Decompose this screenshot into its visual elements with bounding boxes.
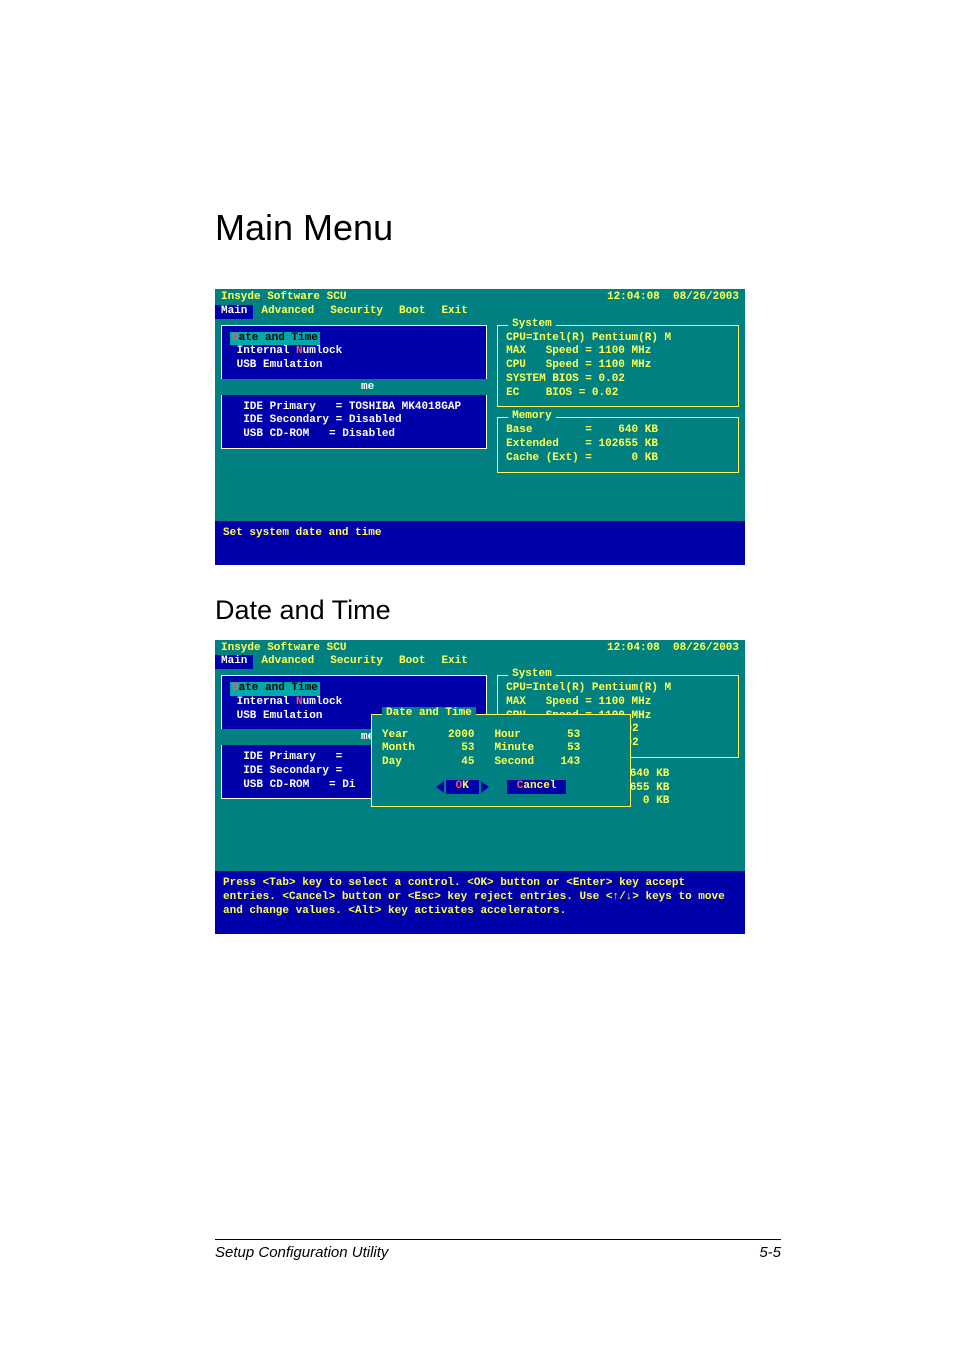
row-cpu-speed: CPU Speed = 1100 MHz	[506, 359, 730, 373]
menu-item-ide-primary[interactable]: IDE Primary = TOSHIBA MK4018GAP	[230, 401, 478, 415]
bios-body: Date and Time Internal Numlock USB Emula…	[215, 321, 745, 521]
bios-main-screenshot: Insyde Software SCU 12:04:08 08/26/2003 …	[215, 289, 745, 565]
menu-item-date-time[interactable]: Date and Time	[230, 682, 320, 696]
hk-n: N	[296, 345, 303, 357]
month-value[interactable]: 53	[461, 742, 474, 754]
tab-advanced[interactable]: Advanced	[253, 305, 322, 319]
date-column: Year 2000 Month 53 Day 45	[382, 729, 474, 770]
bios-header: Insyde Software SCU 12:04:08 08/26/2003	[215, 289, 745, 305]
time-column: Hour 53 Minute 53 Second 143	[494, 729, 580, 770]
tab-boot[interactable]: Boot	[391, 655, 433, 669]
numlock-post: umlock	[303, 696, 343, 708]
tab-boot[interactable]: Boot	[391, 305, 433, 319]
tab-advanced[interactable]: Advanced	[253, 655, 322, 669]
row-system-bios: SYSTEM BIOS = 0.02	[506, 373, 730, 387]
row-cpu-model: CPU=Intel(R) Pentium(R) M	[506, 332, 730, 346]
system-panel-title: System	[508, 668, 556, 682]
numlock-pre: Internal	[230, 345, 296, 357]
row-max-speed: MAX Speed = 1100 MHz	[506, 345, 730, 359]
bios-clock: 12:04:08 08/26/2003	[607, 289, 745, 305]
hk-d: D	[232, 682, 239, 694]
row-mem-base: Base = 640 KB	[506, 424, 730, 438]
tab-exit[interactable]: Exit	[433, 305, 475, 319]
section-heading: Main Menu	[215, 207, 781, 249]
bios-time: 12:04:08	[607, 291, 660, 303]
bios-statusbar: Set system date and time	[215, 521, 745, 565]
subsection-heading: Date and Time	[215, 595, 781, 626]
day-value[interactable]: 45	[461, 756, 474, 768]
dialog-title: Date and Time	[382, 707, 476, 721]
bios-menubar: Main Advanced Security Boot Exit	[215, 305, 745, 321]
cancel-button[interactable]: Cancel	[507, 780, 567, 794]
row-max-speed: MAX Speed = 1100 MHz	[506, 696, 730, 710]
system-info-panel: System CPU=Intel(R) Pentium(R) M MAX Spe…	[497, 325, 739, 408]
main-menu-panel: Date and Time Internal Numlock USB Emula…	[221, 325, 487, 449]
menu-item-date-time[interactable]: Date and Time	[230, 332, 320, 346]
tab-exit[interactable]: Exit	[433, 655, 475, 669]
menu-item-usb-emulation[interactable]: USB Emulation	[230, 359, 478, 373]
memory-panel-title: Memory	[508, 410, 556, 424]
bios-time: 12:04:08	[607, 642, 660, 654]
info-panels: System CPU=Intel(R) Pentium(R) M MAX Spe…	[497, 325, 739, 473]
cancel-post: ancel	[523, 780, 556, 792]
second-label: Second	[494, 756, 534, 768]
minute-label: Minute	[494, 742, 534, 754]
tab-security[interactable]: Security	[322, 305, 391, 319]
date-time-dialog: Date and Time Year 2000 Month 53 Day 45 …	[371, 714, 631, 807]
bios-menubar: Main Advanced Security Boot Exit	[215, 655, 745, 671]
page-footer: Setup Configuration Utility 5-5	[215, 1239, 781, 1261]
row-ec-bios: EC BIOS = 0.02	[506, 387, 730, 401]
ok-post: K	[462, 780, 469, 792]
memory-info-panel: Memory Base = 640 KB Extended = 102655 K…	[497, 417, 739, 472]
second-value[interactable]: 143	[560, 756, 580, 768]
triangle-right-icon	[481, 781, 489, 793]
tab-main[interactable]: Main	[215, 655, 253, 669]
date-time-label-rest: ate and Time	[239, 332, 318, 344]
day-label: Day	[382, 756, 402, 768]
tab-main[interactable]: Main	[215, 305, 253, 319]
year-label: Year	[382, 729, 408, 741]
hour-value[interactable]: 53	[567, 729, 580, 741]
numlock-post: umlock	[303, 345, 343, 357]
minute-value[interactable]: 53	[567, 742, 580, 754]
menu-item-internal-numlock[interactable]: Internal Numlock	[230, 345, 478, 359]
bios-date: 08/26/2003	[673, 291, 739, 303]
hk-n: N	[296, 696, 303, 708]
ide-primary-value: = TOSHIBA MK4018GAP	[336, 401, 461, 413]
bios-title: Insyde Software SCU	[215, 640, 352, 656]
footer-title: Setup Configuration Utility	[215, 1244, 388, 1261]
hour-label: Hour	[494, 729, 520, 741]
cutoff-fragment: me	[361, 381, 487, 395]
menu-item-ide-secondary[interactable]: IDE Secondary = Disabled	[230, 414, 478, 428]
row-mem-extended: Extended = 102655 KB	[506, 438, 730, 452]
month-label: Month	[382, 742, 415, 754]
footer-page-number: 5-5	[759, 1244, 781, 1261]
ide-primary-label: IDE Primary	[230, 401, 336, 413]
bios-title: Insyde Software SCU	[215, 289, 352, 305]
system-panel-title: System	[508, 318, 556, 332]
bios-header: Insyde Software SCU 12:04:08 08/26/2003	[215, 640, 745, 656]
date-time-label-rest: ate and Time	[239, 682, 318, 694]
hk-d: D	[232, 332, 239, 344]
tab-security[interactable]: Security	[322, 655, 391, 669]
row-mem-cache: Cache (Ext) = 0 KB	[506, 452, 730, 466]
triangle-left-icon	[436, 781, 444, 793]
bios-clock: 12:04:08 08/26/2003	[607, 640, 745, 656]
numlock-pre: Internal	[230, 696, 296, 708]
menu-item-usb-cdrom[interactable]: USB CD-ROM = Disabled	[230, 428, 478, 442]
row-cpu-model: CPU=Intel(R) Pentium(R) M	[506, 682, 730, 696]
dialog-buttons: OK Cancel	[382, 780, 620, 794]
bios-date-time-screenshot: Insyde Software SCU 12:04:08 08/26/2003 …	[215, 640, 745, 935]
year-value[interactable]: 2000	[448, 729, 474, 741]
bios-statusbar: Press <Tab> key to select a control. <OK…	[215, 871, 745, 934]
dialog-fields: Year 2000 Month 53 Day 45 Hour 53 Minute…	[382, 725, 620, 780]
bios-date: 08/26/2003	[673, 642, 739, 654]
ok-button[interactable]: OK	[436, 780, 489, 794]
